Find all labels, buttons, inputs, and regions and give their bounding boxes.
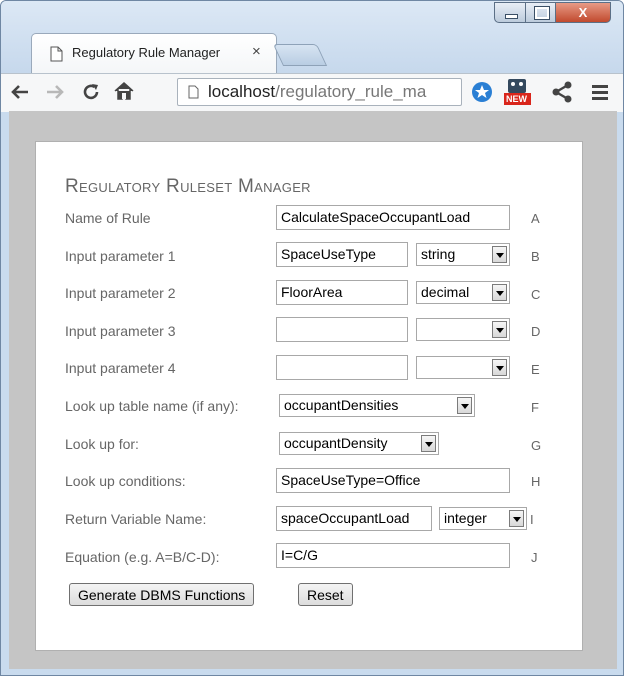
url-host: localhost bbox=[208, 82, 276, 101]
tab-title: Regulatory Rule Manager bbox=[72, 45, 221, 60]
address-bar[interactable]: localhost/regulatory_rule_ma bbox=[177, 78, 462, 106]
browser-toolbar: localhost/regulatory_rule_ma NEW bbox=[1, 73, 623, 112]
label-return-variable-name: Return Variable Name: bbox=[65, 511, 207, 527]
letter-i: I bbox=[530, 512, 534, 527]
chevron-down-icon bbox=[492, 359, 507, 376]
page-viewport: Regulatory Ruleset Manager Name of Rule … bbox=[9, 111, 617, 669]
letter-g: G bbox=[531, 438, 542, 453]
chevron-down-icon bbox=[492, 284, 507, 301]
chevron-down-icon bbox=[457, 397, 472, 414]
input-parameter-4-type-select[interactable] bbox=[416, 356, 510, 379]
share-icon[interactable] bbox=[551, 81, 573, 103]
forward-icon[interactable] bbox=[45, 83, 65, 101]
input-parameter-1-field[interactable]: SpaceUseType bbox=[276, 242, 408, 267]
letter-c: C bbox=[531, 287, 541, 302]
label-input-parameter-4: Input parameter 4 bbox=[65, 360, 176, 376]
lookup-for-select[interactable]: occupantDensity bbox=[279, 432, 439, 455]
label-name-of-rule: Name of Rule bbox=[65, 210, 151, 226]
browser-window: X Regulatory Rule Manager × localhost/re… bbox=[0, 0, 624, 676]
chevron-down-icon bbox=[492, 321, 507, 338]
input-parameter-2-type-select[interactable]: decimal bbox=[416, 281, 510, 304]
maximize-button[interactable] bbox=[526, 2, 556, 23]
reset-button[interactable]: Reset bbox=[298, 583, 353, 606]
chevron-down-icon bbox=[509, 510, 524, 527]
letter-h: H bbox=[531, 474, 541, 489]
input-parameter-1-type-value: string bbox=[421, 246, 456, 262]
lookup-conditions-input[interactable]: SpaceUseType=Office bbox=[276, 468, 510, 493]
input-parameter-1-type-select[interactable]: string bbox=[416, 243, 510, 266]
label-lookup-table-name: Look up table name (if any): bbox=[65, 398, 239, 414]
input-parameter-3-field[interactable] bbox=[276, 317, 408, 342]
maximize-icon bbox=[534, 6, 550, 20]
return-type-select[interactable]: integer bbox=[439, 507, 527, 530]
chevron-down-icon bbox=[492, 246, 507, 263]
close-window-button[interactable]: X bbox=[556, 2, 611, 23]
label-lookup-conditions: Look up conditions: bbox=[65, 473, 186, 489]
rule-name-input[interactable]: CalculateSpaceOccupantLoad bbox=[276, 205, 510, 230]
input-parameter-4-field[interactable] bbox=[276, 355, 408, 380]
chevron-down-icon bbox=[421, 435, 436, 452]
new-extension-graphic bbox=[504, 79, 531, 105]
letter-d: D bbox=[531, 324, 541, 339]
close-icon: X bbox=[578, 5, 588, 20]
lookup-table-select[interactable]: occupantDensities bbox=[279, 394, 475, 417]
input-parameter-2-type-value: decimal bbox=[421, 284, 470, 300]
input-parameter-3-type-select[interactable] bbox=[416, 318, 510, 341]
extension-blue-icon[interactable] bbox=[471, 81, 493, 103]
url-text: localhost/regulatory_rule_ma bbox=[208, 82, 456, 102]
menu-icon[interactable] bbox=[591, 83, 609, 101]
document-icon bbox=[50, 46, 63, 62]
tab-close-icon[interactable]: × bbox=[252, 43, 261, 60]
letter-b: B bbox=[531, 249, 540, 264]
label-equation: Equation (e.g. A=B/C-D): bbox=[65, 549, 220, 565]
home-icon[interactable] bbox=[113, 81, 135, 101]
lookup-table-value: occupantDensities bbox=[284, 397, 399, 413]
lookup-for-value: occupantDensity bbox=[284, 435, 388, 451]
letter-f: F bbox=[531, 400, 539, 415]
equation-input[interactable]: I=C/G bbox=[276, 543, 510, 568]
generate-dbms-functions-button[interactable]: Generate DBMS Functions bbox=[69, 583, 255, 606]
letter-a: A bbox=[531, 211, 540, 226]
letter-e: E bbox=[531, 362, 540, 377]
url-path: /regulatory_rule_ma bbox=[275, 82, 427, 101]
page-title: Regulatory Ruleset Manager bbox=[65, 176, 311, 197]
page-icon bbox=[188, 85, 199, 99]
reload-icon[interactable] bbox=[81, 82, 101, 102]
input-parameter-2-field[interactable]: FloorArea bbox=[276, 280, 408, 305]
label-input-parameter-2: Input parameter 2 bbox=[65, 285, 176, 301]
form-panel: Regulatory Ruleset Manager Name of Rule … bbox=[35, 141, 583, 651]
minimize-icon bbox=[505, 14, 518, 19]
return-variable-input[interactable]: spaceOccupantLoad bbox=[276, 506, 432, 531]
letter-j: J bbox=[531, 550, 538, 565]
back-icon[interactable] bbox=[10, 83, 30, 101]
return-type-value: integer bbox=[444, 510, 487, 526]
label-input-parameter-1: Input parameter 1 bbox=[65, 248, 176, 264]
new-extension-icon[interactable]: NEW bbox=[501, 76, 535, 110]
new-badge: NEW bbox=[506, 94, 527, 104]
browser-tab[interactable]: Regulatory Rule Manager × bbox=[31, 33, 277, 73]
label-input-parameter-3: Input parameter 3 bbox=[65, 323, 176, 339]
label-lookup-for: Look up for: bbox=[65, 436, 139, 452]
minimize-button[interactable] bbox=[494, 2, 526, 23]
